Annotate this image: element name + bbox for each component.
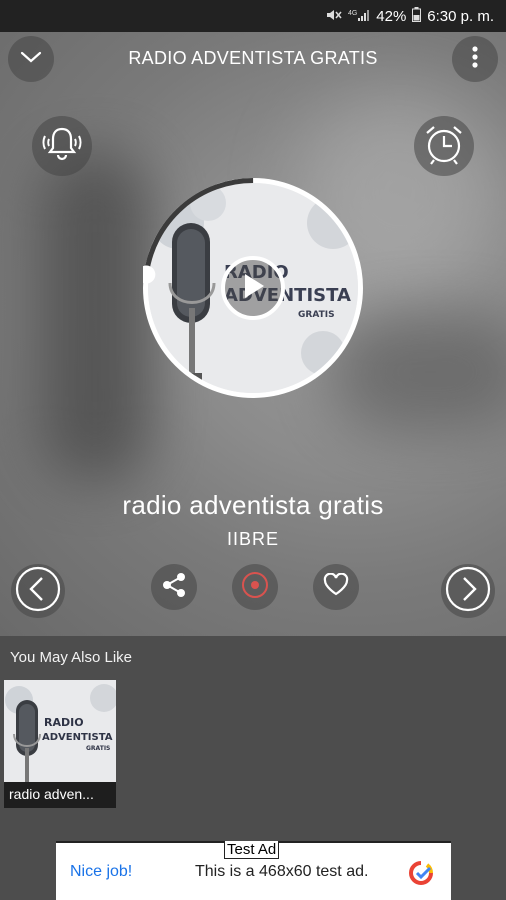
mute-icon — [326, 8, 342, 25]
station-card-art: RADIO ADVENTISTA GRATIS — [4, 680, 116, 782]
station-card[interactable]: RADIO ADVENTISTA GRATIS radio adven... — [4, 680, 116, 808]
clock: 6:30 p. m. — [427, 7, 494, 25]
next-button[interactable] — [441, 564, 495, 618]
svg-text:4G: 4G — [348, 10, 357, 17]
next-icon — [444, 565, 492, 618]
more-options-button[interactable] — [452, 36, 498, 82]
battery-percent: 42% — [376, 7, 407, 25]
more-vert-icon — [472, 45, 478, 73]
play-icon — [240, 272, 266, 305]
progress-knob — [143, 265, 156, 284]
svg-text:ADVENTISTA: ADVENTISTA — [42, 732, 113, 743]
svg-text:GRATIS: GRATIS — [86, 745, 110, 752]
chevron-down-icon — [20, 50, 42, 69]
station-card-label: radio adven... — [4, 782, 116, 808]
battery-icon — [412, 7, 422, 25]
share-icon — [160, 571, 188, 604]
station-subtitle: IIBRE — [226, 529, 279, 549]
alarm-button[interactable] — [414, 116, 474, 176]
notification-button[interactable] — [32, 116, 92, 176]
heart-icon — [323, 572, 349, 602]
play-button[interactable] — [221, 256, 285, 320]
adchoices-icon[interactable] — [408, 860, 434, 891]
player-panel: RADIO ADVENTISTA GRATIS RADIO ADVENTISTA… — [0, 32, 506, 636]
section-title: You May Also Like — [10, 649, 133, 666]
ad-text: This is a 468x60 test ad. — [195, 863, 369, 880]
record-icon — [239, 569, 271, 606]
record-button[interactable] — [232, 564, 278, 610]
ad-nice-link[interactable]: Nice job! — [70, 863, 132, 881]
prev-icon — [14, 565, 62, 618]
alarm-clock-icon — [422, 122, 466, 171]
album-art: RADIO ADVENTISTA GRATIS — [143, 178, 363, 398]
bell-icon — [39, 125, 85, 168]
status-bar: 4G 42% 6:30 p. m. — [0, 0, 506, 32]
share-button[interactable] — [151, 564, 197, 610]
station-name: radio adventista gratis — [122, 490, 384, 520]
svg-text:RADIO: RADIO — [44, 716, 84, 729]
signal-icon: 4G — [348, 8, 370, 25]
page-title: RADIO ADVENTISTA GRATIS — [128, 48, 378, 68]
previous-button[interactable] — [11, 564, 65, 618]
ad-tag: Test Ad — [224, 841, 280, 859]
collapse-button[interactable] — [8, 36, 54, 82]
favorite-button[interactable] — [313, 564, 359, 610]
